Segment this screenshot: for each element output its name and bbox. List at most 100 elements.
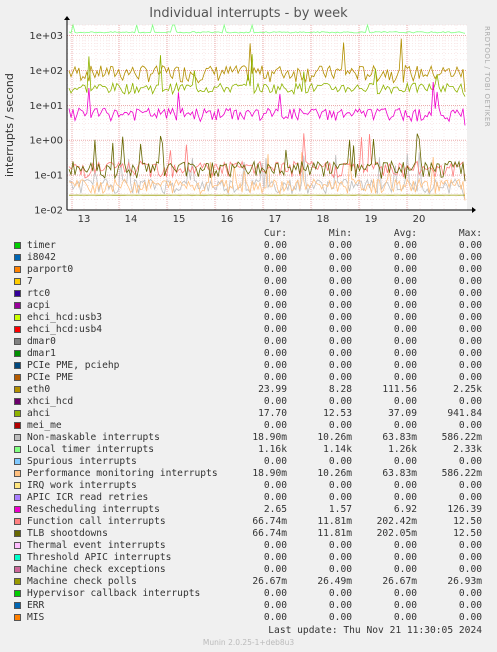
legend-cur: 0.00 <box>263 492 287 503</box>
legend-series-name: Thermal event interrupts <box>27 540 166 551</box>
legend-row: ERR 0.00 0.00 0.00 0.00 <box>12 600 490 612</box>
legend-swatch <box>14 422 21 429</box>
legend-min: 0.00 <box>328 540 352 551</box>
legend-swatch <box>14 338 21 345</box>
legend-avg: 0.00 <box>393 492 417 503</box>
legend-cur: 2.65 <box>263 504 287 515</box>
legend-row: Hypervisor callback interrupts 0.00 0.00 0.… <box>12 588 490 600</box>
legend-min: 0.00 <box>328 288 352 299</box>
legend-cur: 66.74m <box>252 516 287 527</box>
legend-series-name: Machine check polls <box>27 576 137 587</box>
legend-min: 0.00 <box>328 420 352 431</box>
legend-swatch <box>14 506 21 513</box>
legend-min: 0.00 <box>328 552 352 563</box>
legend-series-name: ehci_hcd:usb3 <box>27 312 103 323</box>
legend-avg: 0.00 <box>393 480 417 491</box>
legend-min: 0.00 <box>328 612 352 623</box>
legend-max: 0.00 <box>458 600 482 611</box>
legend-max: 0.00 <box>458 300 482 311</box>
legend-row: ahci 17.70 12.53 37.09 941.84 <box>12 408 490 420</box>
col-header-max: Max: <box>458 228 482 239</box>
legend-cur: 0.00 <box>263 420 287 431</box>
legend-max: 0.00 <box>458 324 482 335</box>
col-header-min: Min: <box>328 228 352 239</box>
legend-row: Rescheduling interrupts 2.65 1.57 6.92 126.3… <box>12 504 490 516</box>
legend-min: 12.53 <box>323 408 352 419</box>
legend-max: 0.00 <box>458 240 482 251</box>
legend-series-name: dmar1 <box>27 348 56 359</box>
legend-max: 0.00 <box>458 372 482 383</box>
legend-cur: 0.00 <box>263 480 287 491</box>
legend-min: 26.49m <box>317 576 352 587</box>
legend-cur: 0.00 <box>263 300 287 311</box>
legend-avg: 0.00 <box>393 324 417 335</box>
legend-avg: 6.92 <box>393 504 417 515</box>
last-update: Last update: Thu Nov 21 11:30:05 2024 <box>268 625 482 636</box>
legend-series-name: Rescheduling interrupts <box>27 504 160 515</box>
legend-cur: 0.00 <box>263 396 287 407</box>
legend-cur: 0.00 <box>263 336 287 347</box>
legend-row: Machine check polls 26.67m 26.49m 26.67m 26.… <box>12 576 490 588</box>
x-tick-label: 16 <box>221 214 234 225</box>
legend-min: 0.00 <box>328 264 352 275</box>
legend-row: dmar0 0.00 0.00 0.00 0.00 <box>12 336 490 348</box>
legend-cur: 0.00 <box>263 324 287 335</box>
legend-min: 1.14k <box>323 444 352 455</box>
x-tick-label: 13 <box>78 214 91 225</box>
legend-row: Non-maskable interrupts 18.90m 10.26m 63.83… <box>12 432 490 444</box>
x-tick-label: 19 <box>365 214 378 225</box>
legend-max: 2.33k <box>453 444 482 455</box>
legend-min: 0.00 <box>328 456 352 467</box>
legend-max: 26.93m <box>447 576 482 587</box>
legend-series-name: ehci_hcd:usb4 <box>27 324 103 335</box>
legend-min: 0.00 <box>328 252 352 263</box>
legend-max: 0.00 <box>458 420 482 431</box>
legend-cur: 17.70 <box>258 408 287 419</box>
legend-avg: 0.00 <box>393 372 417 383</box>
legend-avg: 0.00 <box>393 240 417 251</box>
legend-swatch <box>14 530 21 537</box>
munin-version: Munin 2.0.25-1+deb8u3 <box>202 638 295 647</box>
legend-max: 2.25k <box>453 384 482 395</box>
legend-series-name: Performance monitoring interrupts <box>27 468 218 479</box>
x-tick-label: 15 <box>173 214 186 225</box>
legend-series-name: APIC ICR read retries <box>27 492 149 503</box>
legend-swatch <box>14 470 21 477</box>
legend-max: 0.00 <box>458 252 482 263</box>
legend-series-name: parport0 <box>27 264 74 275</box>
legend-series-name: Machine check exceptions <box>27 564 166 575</box>
legend-swatch <box>14 590 21 597</box>
legend-swatch <box>14 566 21 573</box>
legend-min: 0.00 <box>328 276 352 287</box>
legend-row: Spurious interrupts 0.00 0.00 0.00 0.00 <box>12 456 490 468</box>
legend-cur: 0.00 <box>263 276 287 287</box>
legend-cur: 0.00 <box>263 348 287 359</box>
legend-avg: 0.00 <box>393 252 417 263</box>
legend-max: 0.00 <box>458 480 482 491</box>
legend-avg: 0.00 <box>393 552 417 563</box>
legend-series-name: i8042 <box>27 252 56 263</box>
legend-series-name: ERR <box>27 600 45 611</box>
col-header-avg: Avg: <box>393 228 417 239</box>
legend-swatch <box>14 278 21 285</box>
legend-avg: 63.83m <box>382 432 417 443</box>
legend-swatch <box>14 362 21 369</box>
y-tick-label: 1e-02 <box>34 206 63 217</box>
legend-cur: 0.00 <box>263 552 287 563</box>
interrupts-chart: 1e-02 1e-01 1e+00 1e+01 1e+02 1e+03 13 14 15 16 17… <box>29 16 476 225</box>
legend-max: 941.84 <box>447 408 482 419</box>
legend-avg: 0.00 <box>393 600 417 611</box>
legend-row: Thermal event interrupts 0.00 0.00 0.00 0.00 <box>12 540 490 552</box>
legend-max: 0.00 <box>458 360 482 371</box>
legend-series-name: PCIe PME <box>27 372 74 383</box>
legend-max: 0.00 <box>458 456 482 467</box>
legend-row: ehci_hcd:usb3 0.00 0.00 0.00 0.00 <box>12 312 490 324</box>
legend-min: 11.81m <box>317 528 352 539</box>
legend-row: Threshold APIC interrupts 0.00 0.00 0.00 0.0… <box>12 552 490 564</box>
legend-min: 0.00 <box>328 324 352 335</box>
legend-cur: 0.00 <box>263 288 287 299</box>
legend-row: dmar1 0.00 0.00 0.00 0.00 <box>12 348 490 360</box>
legend-cur: 0.00 <box>263 600 287 611</box>
legend-max: 586.22m <box>441 432 482 443</box>
x-tick-label: 17 <box>269 214 282 225</box>
